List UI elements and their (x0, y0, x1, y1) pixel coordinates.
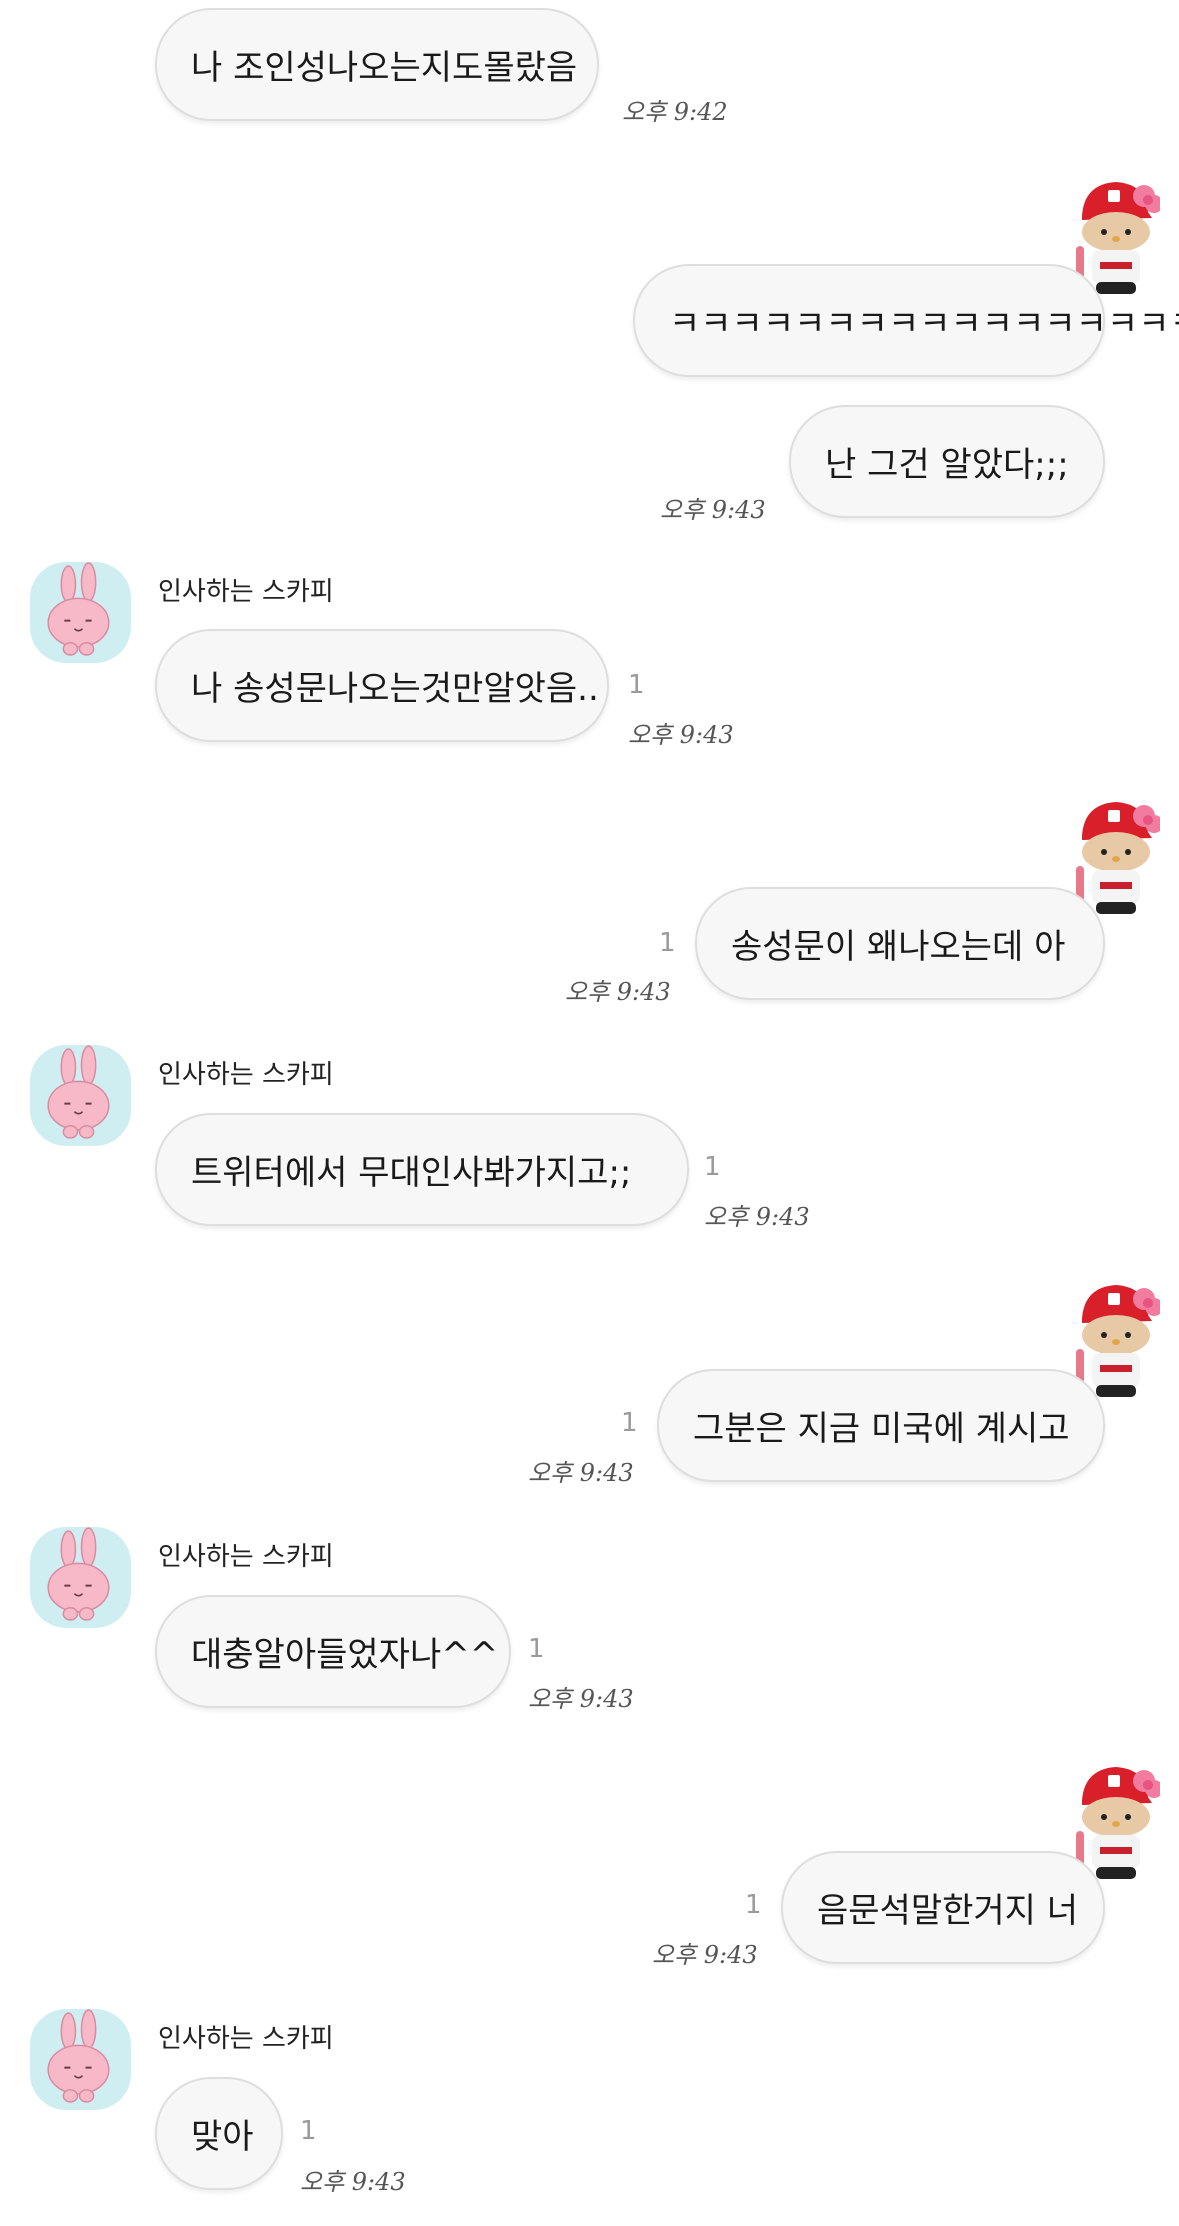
unread-count: 1 (745, 1890, 762, 1920)
message-text: 송성문이 왜나오는데 아 (731, 927, 1066, 967)
sender-name: 인사하는 스카피 (158, 2024, 334, 2054)
unread-count: 1 (659, 928, 676, 958)
message-bubble[interactable]: 맞아 (155, 2077, 283, 2190)
message-time: 오후 9:43 (628, 721, 734, 749)
sender-avatar-bunny[interactable] (30, 1527, 131, 1628)
message-bubble[interactable]: 그분은 지금 미국에 계시고 (657, 1369, 1105, 1482)
message-time: 오후 9:43 (565, 978, 671, 1006)
message-time: 오후 9:43 (528, 1459, 634, 1487)
unread-count: 1 (621, 1408, 638, 1438)
bunny-icon (30, 1527, 131, 1628)
unread-count: 1 (528, 1634, 545, 1664)
bunny-icon (30, 1045, 131, 1146)
message-text: 나 송성문나오는것만알앗음.. (191, 669, 599, 709)
message-time: 오후 9:43 (704, 1203, 810, 1231)
message-text: 나 조인성나오는지도몰랐음 (191, 48, 578, 88)
message-text: 음문석말한거지 너 (817, 1891, 1079, 1931)
unread-count: 1 (300, 2116, 317, 2146)
message-time: 오후 9:43 (528, 1685, 634, 1713)
message-bubble[interactable]: 트위터에서 무대인사봐가지고;; (155, 1113, 689, 1226)
unread-count: 1 (628, 670, 645, 700)
message-text: 트위터에서 무대인사봐가지고;; (191, 1153, 632, 1193)
sender-avatar-bunny[interactable] (30, 562, 131, 663)
message-time: 오후 9:43 (300, 2168, 406, 2196)
message-text: 난 그건 알았다;;; (825, 445, 1069, 485)
sender-name: 인사하는 스카피 (158, 1060, 334, 1090)
message-bubble[interactable]: ㅋㅋㅋㅋㅋㅋㅋㅋㅋㅋㅋㅋㅋㅋㅋㅋㅋ (633, 264, 1179, 377)
message-text: 그분은 지금 미국에 계시고 (693, 1409, 1070, 1449)
bunny-icon (30, 2009, 131, 2110)
sender-avatar-bunny[interactable] (30, 2009, 131, 2110)
message-text: 대충알아들었자나^^ (191, 1635, 499, 1675)
sender-avatar-bunny[interactable] (30, 1045, 131, 1146)
message-bubble[interactable]: 나 조인성나오는지도몰랐음 (155, 8, 599, 121)
message-bubble[interactable]: 대충알아들었자나^^ (155, 1595, 511, 1708)
message-bubble[interactable]: 난 그건 알았다;;; (789, 405, 1105, 518)
message-time: 오후 9:43 (652, 1941, 758, 1969)
unread-count: 1 (704, 1152, 721, 1182)
sender-name: 인사하는 스카피 (158, 577, 334, 607)
message-bubble[interactable]: 송성문이 왜나오는데 아 (695, 887, 1105, 1000)
message-time: 오후 9:42 (622, 98, 728, 126)
sender-name: 인사하는 스카피 (158, 1542, 334, 1572)
message-bubble[interactable]: 음문석말한거지 너 (781, 1851, 1105, 1964)
message-time: 오후 9:43 (660, 496, 766, 524)
message-text: 맞아 (191, 2117, 254, 2157)
message-text: ㅋㅋㅋㅋㅋㅋㅋㅋㅋㅋㅋㅋㅋㅋㅋㅋㅋ (669, 304, 1179, 344)
message-bubble[interactable]: 나 송성문나오는것만알앗음.. (155, 629, 609, 742)
bunny-icon (30, 562, 131, 663)
